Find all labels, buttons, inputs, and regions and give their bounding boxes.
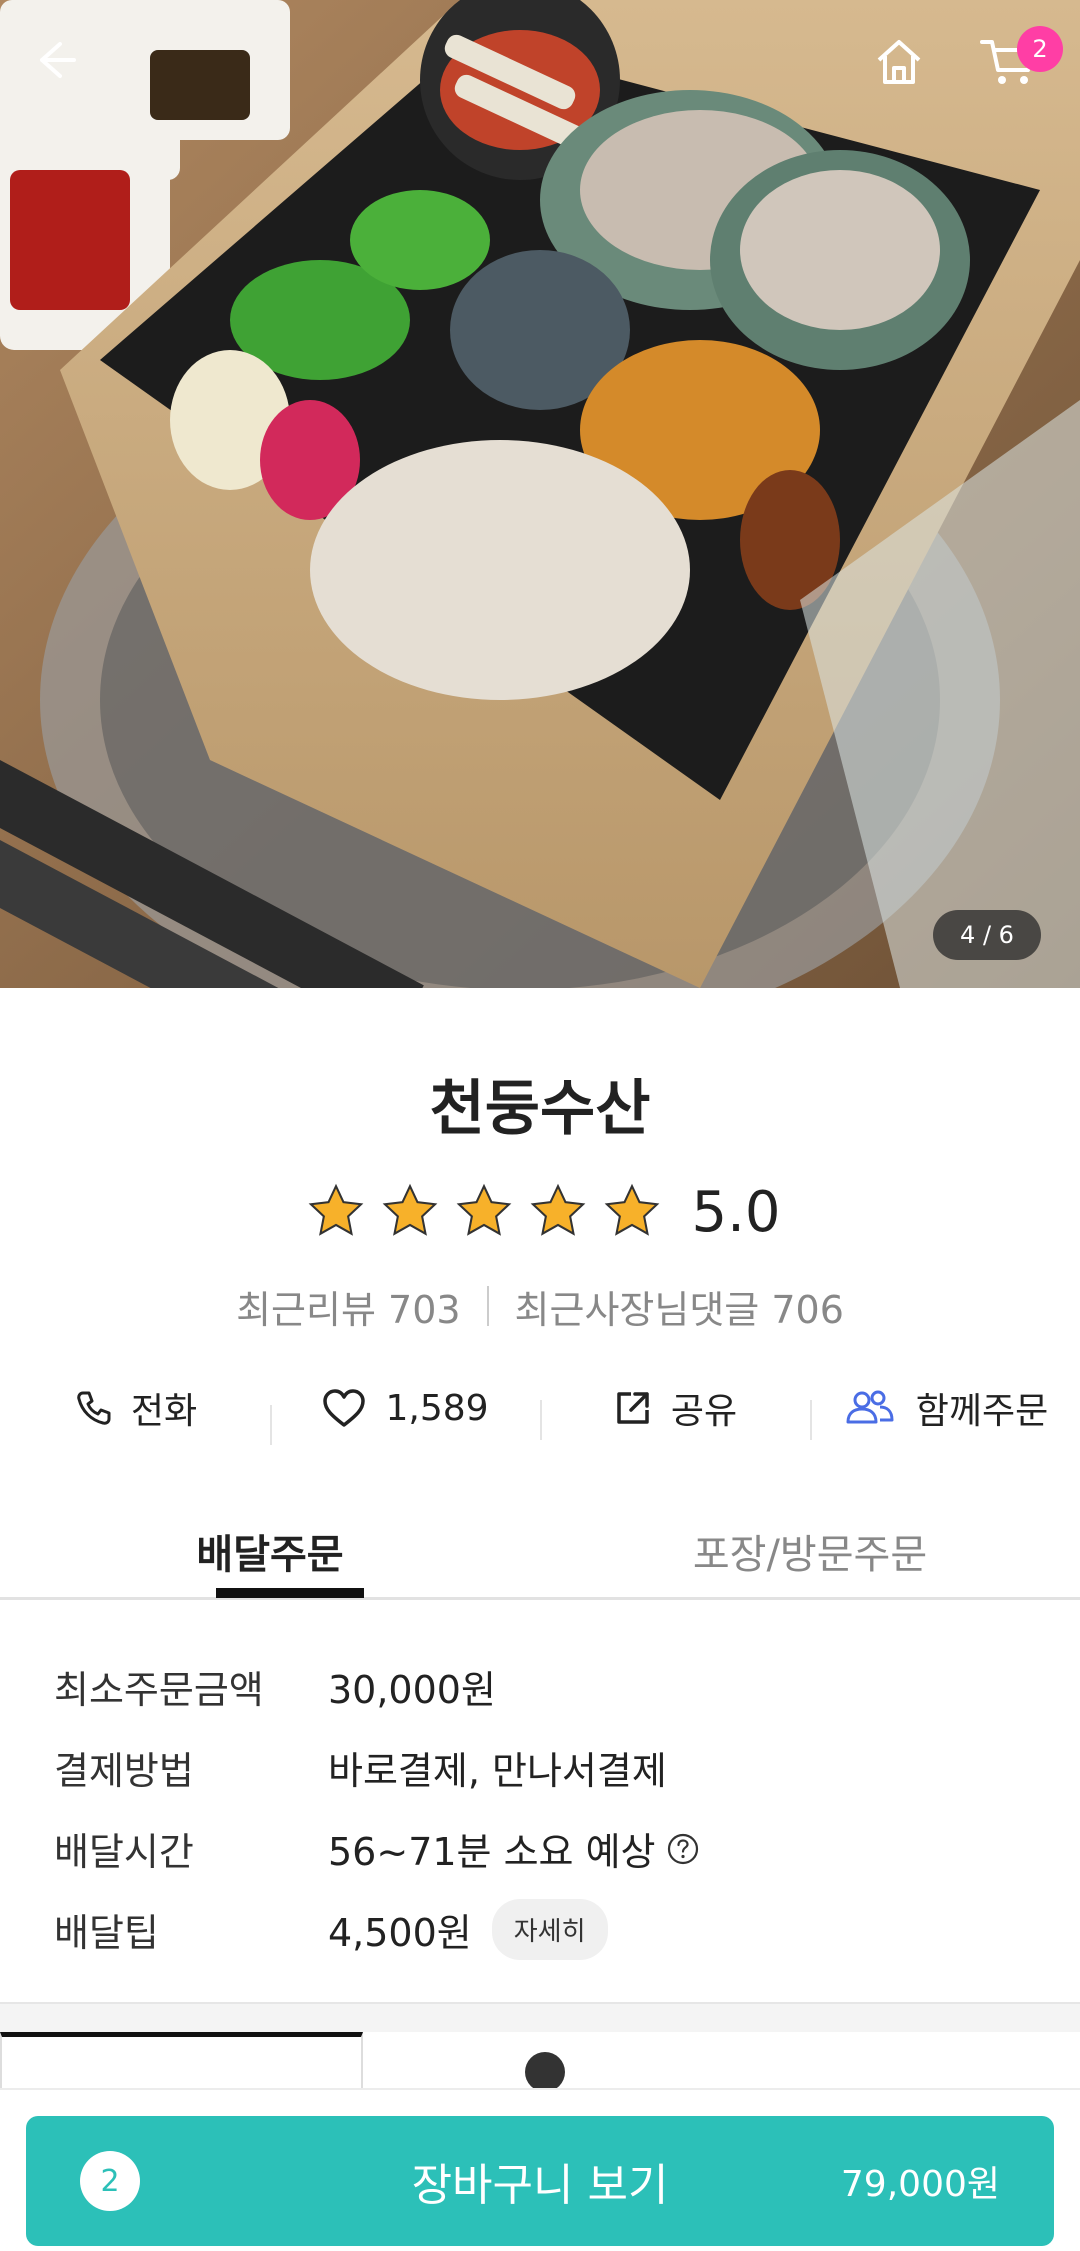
owner-replies-link[interactable]: 최근사장님댓글 706 [515, 1279, 844, 1334]
info-row-delivery-tip: 배달팁 4,500원 자세히 [54, 1889, 1034, 1970]
like-button[interactable]: 1,589 [270, 1387, 540, 1445]
tab-reviews[interactable] [721, 2032, 1080, 2092]
like-count: 1,589 [385, 1387, 489, 1429]
delivery-tip-detail-button[interactable]: 자세히 [491, 1899, 608, 1960]
info-row-delivery-time: 배달시간 56~71분 소요 예상 [54, 1808, 1034, 1889]
active-tab-indicator [216, 1588, 364, 1598]
food-photo-illustration [0, 0, 1080, 988]
star-icon [531, 1183, 586, 1236]
store-actions: 전화 1,589 공유 함께주문 [0, 1368, 1080, 1448]
call-label: 전화 [130, 1391, 198, 1432]
home-icon [877, 40, 921, 84]
tab-info-badge [525, 2052, 565, 2092]
divider [486, 1286, 489, 1326]
group-order-label: 함께주문 [915, 1391, 1049, 1432]
content-tabs [0, 2032, 1080, 2092]
delivery-time-wrap: 56~71분 소요 예상 [328, 1821, 700, 1876]
star-icon [605, 1183, 660, 1236]
section-separator [0, 2002, 1080, 2032]
rating-row: 5.0 [0, 1172, 1080, 1252]
delivery-time-label: 배달시간 [54, 1830, 194, 1874]
back-arrow-icon [40, 42, 76, 78]
cart-total-price: 79,000원 [840, 2164, 1000, 2205]
group-users-icon [846, 1390, 894, 1424]
group-order-button[interactable]: 함께주문 [810, 1382, 1080, 1440]
tab-pickup-order[interactable]: 포장/방문주문 [540, 1500, 1080, 1597]
delivery-tip-wrap: 4,500원 자세히 [328, 1899, 608, 1960]
star-icon [309, 1183, 364, 1236]
view-cart-button[interactable]: 2 장바구니 보기 79,000원 [26, 2116, 1054, 2246]
info-row-min-order: 최소주문금액 30,000원 [54, 1646, 1034, 1727]
star-icon [457, 1183, 512, 1236]
tab-delivery-order[interactable]: 배달주문 [0, 1500, 540, 1597]
delivery-info: 최소주문금액 30,000원 결제방법 바로결제, 만나서결제 배달시간 56~… [54, 1646, 1034, 1970]
delivery-time-value: 56~71분 소요 예상 [328, 1830, 656, 1874]
back-button[interactable] [30, 36, 100, 106]
phone-icon [77, 1391, 111, 1425]
star-icon [383, 1183, 438, 1236]
info-row-payment: 결제방법 바로결제, 만나서결제 [54, 1727, 1034, 1808]
share-label: 공유 [670, 1391, 738, 1432]
payment-value: 바로결제, 만나서결제 [328, 1749, 667, 1793]
delivery-tip-label: 배달팁 [54, 1911, 159, 1955]
bottom-cart-bar: 2 장바구니 보기 79,000원 [0, 2088, 1080, 2251]
tab-menu[interactable] [0, 2032, 363, 2092]
store-photo[interactable]: 2 4 / 6 [0, 0, 1080, 988]
share-button[interactable]: 공유 [540, 1382, 810, 1440]
rating-value: 5.0 [691, 1179, 781, 1245]
help-question-icon[interactable] [666, 1832, 700, 1866]
share-icon [617, 1392, 649, 1424]
store-name: 천둥수산 [429, 1074, 651, 1144]
heart-icon [323, 1389, 366, 1427]
tab-pickup-label: 포장/방문주문 [692, 1532, 928, 1578]
min-order-label: 최소주문금액 [54, 1668, 264, 1712]
order-type-tabs: 배달주문 포장/방문주문 [0, 1500, 1080, 1600]
cart-count-badge: 2 [1017, 26, 1063, 72]
home-button[interactable] [873, 36, 949, 112]
image-counter: 4 / 6 [933, 910, 1041, 960]
tab-info[interactable] [363, 2032, 722, 2092]
review-stats: 최근리뷰 703 최근사장님댓글 706 [0, 1280, 1080, 1332]
recent-reviews-link[interactable]: 최근리뷰 703 [236, 1279, 460, 1334]
payment-label: 결제방법 [54, 1749, 194, 1793]
call-button[interactable]: 전화 [0, 1382, 270, 1434]
tab-delivery-label: 배달주문 [196, 1532, 344, 1578]
min-order-value: 30,000원 [328, 1668, 496, 1712]
delivery-tip-value: 4,500원 [328, 1911, 472, 1955]
